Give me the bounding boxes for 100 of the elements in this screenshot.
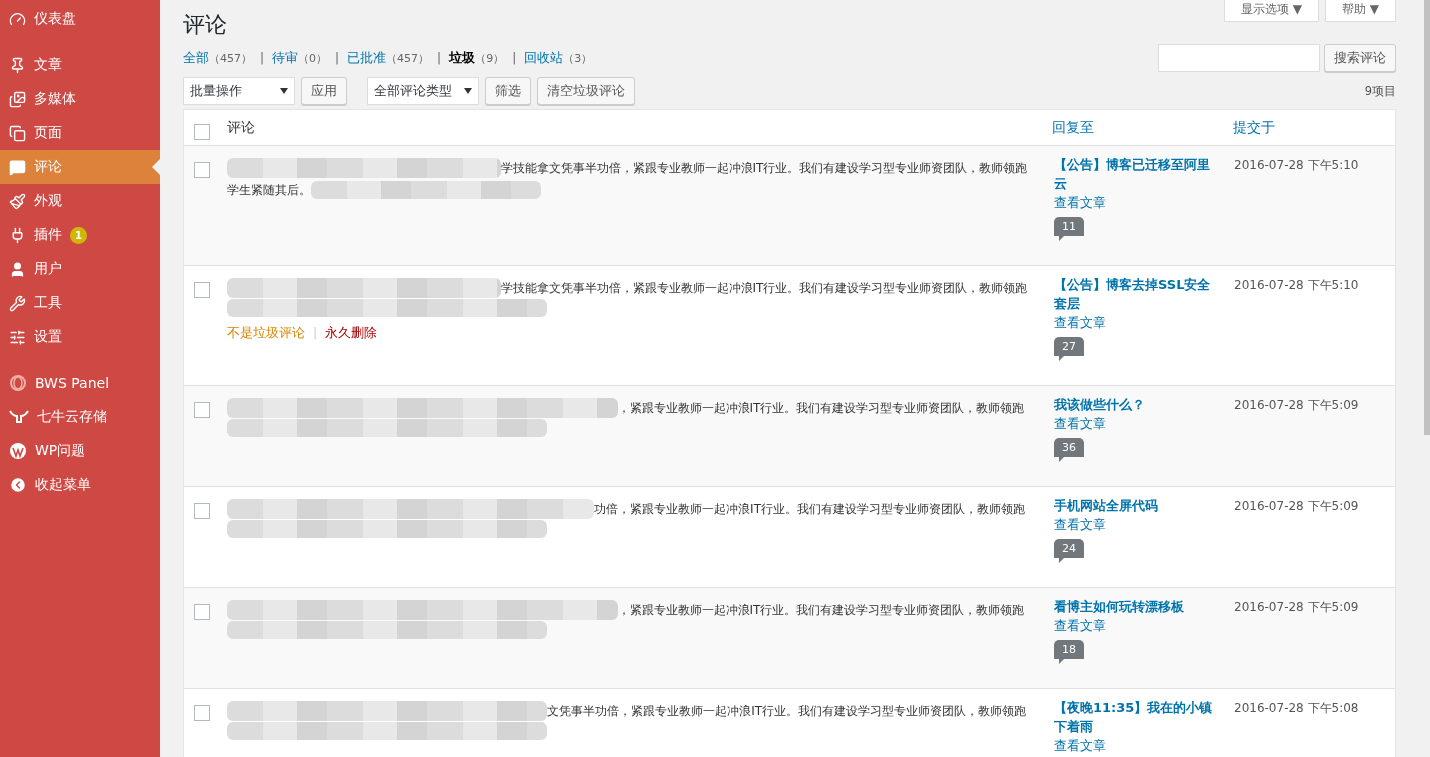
screen-tab-button[interactable]: 帮助 ▼ (1324, 0, 1396, 22)
filter-link[interactable]: 全部 (183, 49, 209, 67)
separator: | (335, 51, 340, 65)
sidebar-item[interactable]: 页面 (0, 116, 160, 150)
column-header: 评论 (227, 119, 255, 137)
sidebar-item[interactable]: 工具 (0, 286, 160, 320)
comment-count-bubble[interactable]: 18 (1054, 640, 1084, 664)
filter-link[interactable]: 垃圾 (449, 49, 476, 67)
separator: | (437, 51, 442, 65)
comment-text: ，紧跟专业教师一起冲浪IT行业。我们有建设学习型专业师资团队，教师领跑 (617, 400, 1025, 417)
sidebar-item[interactable]: 七牛云存储 (0, 400, 160, 434)
view-post-link[interactable]: 查看文章 (1054, 414, 1106, 433)
sidebar-item[interactable]: 评论 (0, 150, 160, 184)
column-header[interactable]: 提交于 (1233, 119, 1275, 137)
wordpress-logo-icon (9, 442, 27, 460)
sidebar-item[interactable]: 文章 (0, 48, 160, 82)
pushpin-icon (9, 56, 26, 74)
separator: | (512, 51, 517, 65)
post-title-link[interactable]: 看博主如何玩转漂移板 (1054, 597, 1184, 616)
sidebar-label: 外观 (34, 192, 62, 210)
sidebar-item[interactable]: 插件 1 (0, 218, 160, 252)
sidebar-label: 用户 (34, 260, 62, 278)
sliders-icon (9, 328, 26, 346)
comment-text: 文凭事半功倍，紧跟专业教师一起冲浪IT行业。我们有建设学习型专业师资团队，教师领跑 (547, 703, 1027, 720)
sidebar-item[interactable]: 用户 (0, 252, 160, 286)
sidebar-label: 评论 (34, 158, 62, 176)
bulk-actions-select[interactable]: 批量操作 (183, 77, 295, 105)
sidebar-label: 仪表盘 (34, 10, 76, 28)
sidebar-item[interactable]: 多媒体 (0, 82, 160, 116)
sidebar-label: WP问题 (35, 442, 86, 460)
submitted-date: 2016-07-28 下午5:09 (1234, 599, 1359, 616)
comment-icon (9, 158, 26, 176)
view-post-link[interactable]: 查看文章 (1054, 193, 1106, 212)
row-action-link[interactable]: 永久删除 (325, 325, 378, 342)
sidebar-label: 收起菜单 (35, 476, 91, 494)
separator: | (260, 51, 265, 65)
sidebar-item[interactable]: WP问题 (0, 434, 160, 468)
comment-count-bubble[interactable]: 27 (1054, 337, 1084, 361)
collapse-icon (9, 476, 27, 494)
post-title-link[interactable]: 【公告】博客已迁移至阿里云 (1054, 155, 1215, 193)
view-post-link[interactable]: 查看文章 (1054, 515, 1106, 534)
select-all-checkbox[interactable] (194, 124, 210, 140)
sidebar-item[interactable]: 外观 (0, 184, 160, 218)
row-checkbox[interactable] (194, 162, 210, 178)
view-post-link[interactable]: 查看文章 (1054, 313, 1106, 332)
empty-spam-button[interactable]: 清空垃圾评论 (537, 77, 635, 105)
comment-count-bubble[interactable]: 36 (1054, 438, 1084, 462)
row-checkbox[interactable] (194, 282, 210, 298)
comment-text: 学技能拿文凭事半功倍，紧跟专业教师一起冲浪IT行业。我们有建设学习型专业师资团队，教师领跑 (500, 160, 1028, 177)
submitted-date: 2016-07-28 下午5:09 (1234, 397, 1359, 414)
filter-count: （3） (563, 50, 593, 66)
dashboard-icon (9, 10, 26, 28)
column-header[interactable]: 回复至 (1052, 119, 1094, 137)
sidebar-label: 七牛云存储 (37, 408, 107, 426)
scrollbar-thumb[interactable] (1424, 0, 1430, 435)
submitted-date: 2016-07-28 下午5:08 (1234, 700, 1359, 717)
apply-button[interactable]: 应用 (301, 77, 347, 105)
view-post-link[interactable]: 查看文章 (1054, 736, 1106, 755)
row-action-link[interactable]: 不是垃圾评论 (227, 325, 305, 342)
row-checkbox[interactable] (194, 604, 210, 620)
sidebar-label: 工具 (34, 294, 62, 312)
row-checkbox[interactable] (194, 503, 210, 519)
swirl-logo-icon (9, 374, 27, 392)
update-count-badge: 1 (70, 226, 87, 244)
view-post-link[interactable]: 查看文章 (1054, 616, 1106, 635)
comment-count-bubble[interactable]: 11 (1054, 217, 1084, 241)
submitted-date: 2016-07-28 下午5:10 (1234, 157, 1359, 174)
sidebar-item[interactable]: BWS Panel (0, 366, 160, 400)
sidebar-item[interactable]: 收起菜单 (0, 468, 160, 502)
search-button[interactable]: 搜索评论 (1324, 44, 1396, 72)
post-title-link[interactable]: 我该做些什么？ (1054, 395, 1145, 414)
post-title-link[interactable]: 【公告】博客去掉SSL安全套层 (1054, 275, 1215, 313)
post-title-link[interactable]: 手机网站全屏代码 (1054, 496, 1158, 515)
filter-link[interactable]: 待审 (272, 49, 299, 67)
comment-count-bubble[interactable]: 24 (1054, 539, 1084, 563)
comment-type-select[interactable]: 全部评论类型 (367, 77, 479, 105)
post-title-link[interactable]: 【夜晚11:35】我在的小镇下着雨 (1054, 698, 1215, 736)
sidebar-item[interactable]: 设置 (0, 320, 160, 354)
sidebar-label: BWS Panel (35, 375, 110, 391)
user-icon (9, 260, 26, 278)
submitted-date: 2016-07-28 下午5:10 (1234, 277, 1359, 294)
filter-link[interactable]: 已批准 (347, 49, 387, 67)
sidebar-label: 文章 (34, 56, 62, 74)
row-checkbox[interactable] (194, 705, 210, 721)
comment-text: 功倍，紧跟专业教师一起冲浪IT行业。我们有建设学习型专业师资团队，教师领跑 (594, 501, 1025, 518)
filter-count: （457） (386, 50, 430, 66)
item-count: 9项目 (1364, 83, 1396, 99)
row-checkbox[interactable] (194, 402, 210, 418)
wrench-icon (9, 294, 26, 312)
filter-count: （9） (475, 50, 505, 66)
filter-button[interactable]: 筛选 (485, 77, 531, 105)
screen-tab-button[interactable]: 显示选项 ▼ (1223, 0, 1319, 22)
pages-icon (9, 124, 26, 142)
comment-text: ，紧跟专业教师一起冲浪IT行业。我们有建设学习型专业师资团队，教师领跑 (617, 602, 1025, 619)
filter-count: （457） (209, 50, 252, 66)
search-field[interactable] (1158, 44, 1320, 72)
sidebar-item[interactable]: 仪表盘 (0, 2, 160, 36)
sidebar-label: 页面 (34, 124, 62, 142)
caret-icon (464, 88, 472, 94)
filter-link[interactable]: 回收站 (524, 49, 564, 67)
